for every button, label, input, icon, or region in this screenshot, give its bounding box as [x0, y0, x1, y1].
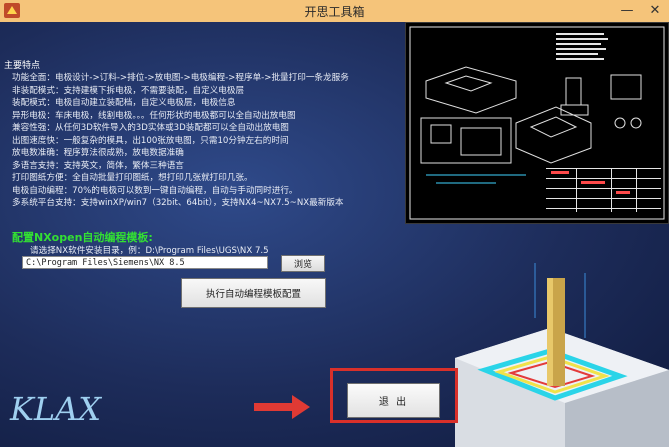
feature-item: 多系统平台支持：支持winXP/win7（32bit、64bit），支持NX4~…: [12, 198, 344, 208]
feature-item: 电极自动编程：70%的电极可以数到一键自动编程，自动与手动同时进行。: [12, 185, 298, 196]
feature-item: 功能全面：电极设计->订料->排位->放电图->电极编程->程序单->批量打印一…: [12, 73, 349, 83]
feature-item: 出图速度快：一般复杂的模具，出100张放电图，只需10分钟左右的时间: [12, 135, 289, 146]
close-button[interactable]: ✕: [641, 0, 669, 20]
feature-item: 非装配模式：支持建模下拆电极，不需要装配，自定义电极层: [12, 85, 245, 96]
feature-item: 兼容性强：从任何3D软件导入的3D实体或3D装配都可以全自动出放电图: [12, 123, 289, 133]
feature-heading: 主要特点: [4, 61, 41, 71]
feature-item: 装配模式：电极自动建立装配档，自定义电极层，电极信息: [12, 98, 236, 108]
cad-drawing-image: [405, 22, 669, 224]
path-label: 请选择NX软件安装目录，例：D:\Program Files\UGS\NX 7.…: [30, 246, 269, 256]
brand-logo-text: KLAX: [9, 390, 102, 428]
title-bar: 开思工具箱 — ✕: [0, 0, 669, 23]
cam-toolpath-image: [455, 258, 669, 447]
app-window: 开思工具箱 — ✕ 主要特点 功能全面：电极设计->订料->排位->放电图->电…: [0, 0, 669, 447]
config-title: 配置NXopen自动编程模板:: [12, 231, 153, 244]
feature-item: 异形电极：车床电极，线割电极。。。任何形状的电极都可以全自动出放电图: [12, 110, 296, 121]
brand-logo: KLAX: [6, 388, 110, 428]
minimize-button[interactable]: —: [613, 0, 641, 20]
feature-item: 多语言支持：支持英文，简体，繁体三种语言: [12, 160, 184, 171]
arrow-right-icon: [252, 392, 312, 422]
browse-button[interactable]: 浏览: [281, 255, 325, 272]
run-template-config-button[interactable]: 执行自动编程模板配置: [181, 278, 326, 308]
window-title: 开思工具箱: [304, 5, 365, 19]
exit-button[interactable]: 退 出: [347, 383, 440, 418]
feature-item: 打印图纸方便：全自动批量打印图纸，想打印几张就打印几张。: [12, 173, 253, 183]
feature-item: 放电数准确：程序算法很成熟，放电数据准确: [12, 148, 184, 158]
feature-list: 主要特点 功能全面：电极设计->订料->排位->放电图->电极编程->程序单->…: [4, 60, 404, 210]
nx-path-input[interactable]: [22, 256, 268, 269]
